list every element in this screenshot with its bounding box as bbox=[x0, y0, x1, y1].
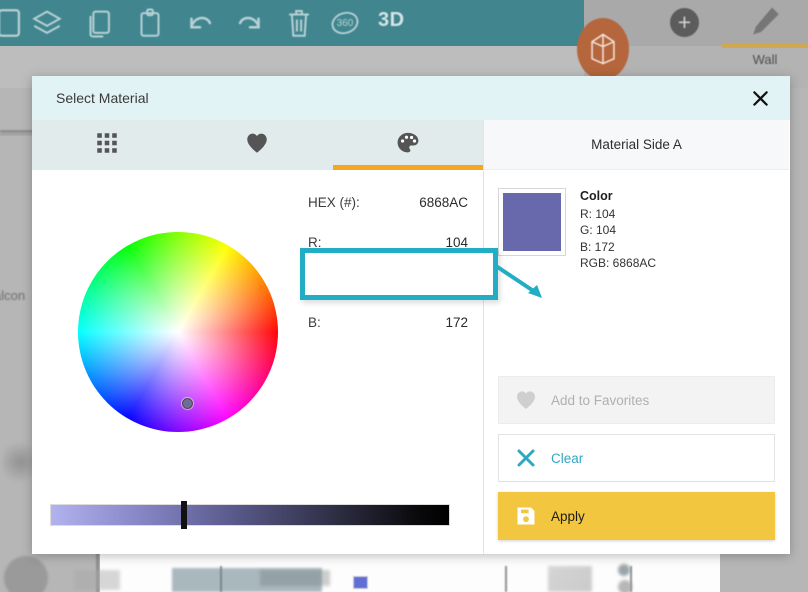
blue-value[interactable]: 172 bbox=[445, 315, 468, 330]
paste-icon[interactable] bbox=[133, 6, 167, 40]
color-swatch bbox=[503, 193, 561, 251]
color-picker-pane: HEX (#): 6868AC R: 104 G: 104 B: bbox=[32, 120, 484, 554]
hex-value[interactable]: 6868AC bbox=[419, 195, 468, 210]
brightness-slider-track[interactable] bbox=[50, 504, 450, 526]
svg-text:360: 360 bbox=[337, 18, 354, 29]
picker-area: HEX (#): 6868AC R: 104 G: 104 B: bbox=[32, 170, 483, 554]
apply-label: Apply bbox=[551, 509, 585, 524]
add-to-favorites-label: Add to Favorites bbox=[551, 393, 649, 408]
3d-icon[interactable]: 3D bbox=[378, 9, 405, 32]
color-wheel[interactable] bbox=[78, 232, 278, 432]
layers-icon[interactable] bbox=[30, 6, 64, 40]
color-swatch-frame bbox=[498, 188, 566, 256]
green-value[interactable]: 104 bbox=[445, 275, 468, 290]
palette-icon bbox=[395, 130, 421, 161]
color-meta-rgb: RGB: 6868AC bbox=[580, 255, 656, 272]
green-label: G: bbox=[308, 275, 322, 290]
green-field-row[interactable]: G: 104 bbox=[308, 275, 468, 290]
material-tabs bbox=[32, 120, 483, 170]
heart-icon bbox=[513, 387, 539, 413]
close-icon[interactable] bbox=[746, 84, 774, 112]
clear-label: Clear bbox=[551, 451, 583, 466]
blue-label: B: bbox=[308, 315, 321, 330]
selected-color-info: Color R: 104 G: 104 B: 172 RGB: 6868AC bbox=[484, 170, 789, 272]
dialog-actions: Add to Favorites Clear bbox=[484, 376, 789, 542]
color-meta-red: R: 104 bbox=[580, 206, 656, 223]
red-value[interactable]: 104 bbox=[445, 235, 468, 250]
add-button[interactable]: + bbox=[670, 8, 699, 37]
add-to-favorites-button[interactable]: Add to Favorites bbox=[498, 376, 775, 424]
tab-grid[interactable] bbox=[32, 120, 182, 170]
select-material-dialog: Select Material bbox=[32, 76, 790, 554]
hex-field-row[interactable]: HEX (#): 6868AC bbox=[308, 195, 468, 210]
color-meta-title: Color bbox=[580, 188, 656, 205]
material-side-header: Material Side A bbox=[484, 120, 789, 170]
copy-icon[interactable] bbox=[82, 6, 116, 40]
pencil-icon[interactable] bbox=[748, 5, 782, 39]
color-meta: Color R: 104 G: 104 B: 172 RGB: 6868AC bbox=[580, 188, 656, 272]
material-side-pane: Material Side A Color R: 104 G: 104 B: 1… bbox=[484, 120, 789, 554]
grid-icon bbox=[94, 130, 120, 161]
toolbar-first-icon[interactable] bbox=[0, 6, 26, 40]
floorplan-color-chip bbox=[353, 576, 368, 589]
trash-icon[interactable] bbox=[282, 6, 316, 40]
hex-label: HEX (#): bbox=[308, 195, 360, 210]
close-icon bbox=[513, 445, 539, 471]
active-tool-underline bbox=[722, 44, 808, 48]
floorplan-furniture bbox=[172, 568, 322, 592]
blue-field-row[interactable]: B: 172 bbox=[308, 315, 468, 330]
tab-favorites[interactable] bbox=[182, 120, 332, 170]
tool-label-wall: Wall bbox=[722, 52, 808, 67]
app-root: 360 3D + Wall alcon bbox=[0, 0, 808, 592]
color-meta-green: G: 104 bbox=[580, 222, 656, 239]
color-value-fields: HEX (#): 6868AC R: 104 G: 104 B: bbox=[294, 170, 484, 554]
room-label: alcon bbox=[0, 288, 25, 303]
heart-icon bbox=[244, 130, 270, 161]
floorplan-object bbox=[4, 556, 48, 592]
dialog-body: HEX (#): 6868AC R: 104 G: 104 B: bbox=[32, 120, 790, 554]
clear-button[interactable]: Clear bbox=[498, 434, 775, 482]
apply-button[interactable]: Apply bbox=[498, 492, 775, 540]
undo-icon[interactable] bbox=[183, 6, 217, 40]
red-field-row[interactable]: R: 104 bbox=[308, 235, 468, 250]
brightness-slider[interactable] bbox=[50, 504, 450, 526]
dialog-title: Select Material bbox=[56, 90, 149, 106]
brightness-slider-thumb[interactable] bbox=[181, 501, 187, 529]
red-label: R: bbox=[308, 235, 322, 250]
redo-icon[interactable] bbox=[233, 6, 267, 40]
house-badge[interactable] bbox=[577, 18, 629, 80]
color-wheel-marker[interactable] bbox=[182, 398, 193, 409]
save-icon bbox=[513, 503, 539, 529]
color-meta-blue: B: 172 bbox=[580, 239, 656, 256]
dialog-header: Select Material bbox=[32, 76, 790, 120]
360-icon[interactable]: 360 bbox=[328, 6, 362, 40]
tab-colors[interactable] bbox=[333, 120, 483, 170]
